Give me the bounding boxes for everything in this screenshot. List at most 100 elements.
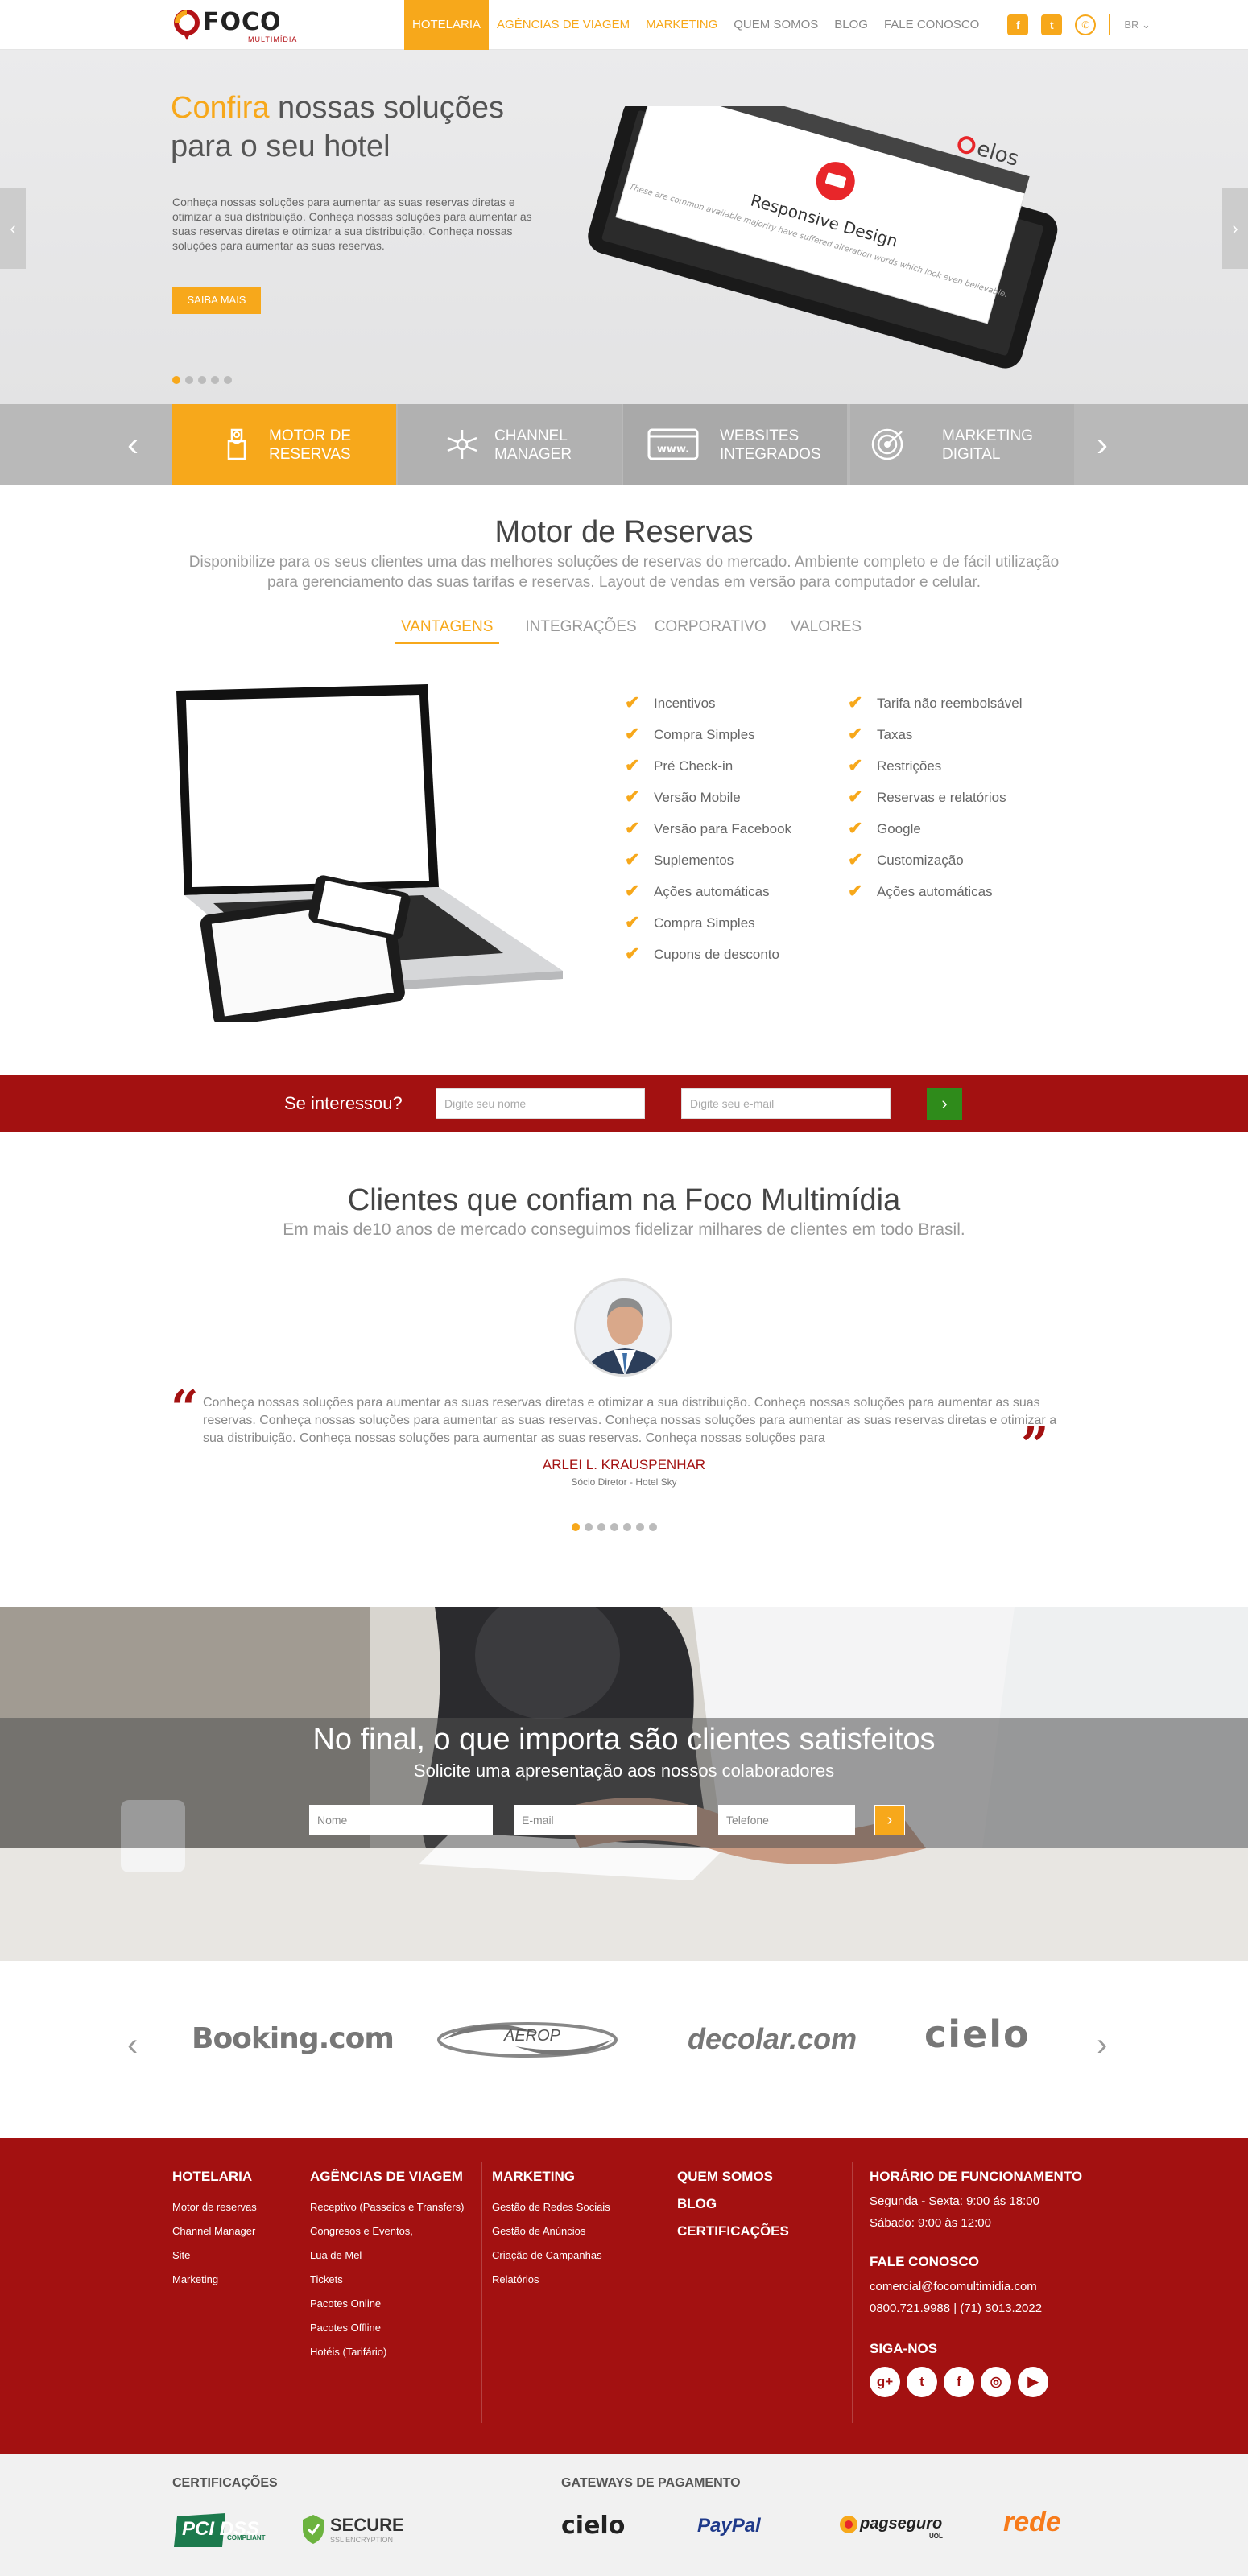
cta-email-input[interactable]: E-mail: [514, 1805, 697, 1835]
service-prev-arrow[interactable]: ‹: [127, 427, 138, 461]
feature-item: ✔ Tarifa não reembolsável: [848, 692, 1023, 727]
interest-email-input[interactable]: Digite seu e-mail: [681, 1088, 891, 1119]
feature-label: Versão Mobile: [654, 790, 741, 805]
interest-name-input[interactable]: Digite seu nome: [436, 1088, 645, 1119]
service-label: WEBSITES INTEGRADOS: [720, 427, 821, 463]
cta-name-input[interactable]: Nome: [309, 1805, 493, 1835]
cta-submit-button[interactable]: ›: [874, 1805, 905, 1835]
checkmark-icon: ✔: [625, 943, 640, 964]
youtube-icon[interactable]: ▶: [1018, 2367, 1048, 2397]
motor-tabs: VANTAGENS INTEGRAÇÕES CORPORATIVO VALORE…: [395, 618, 865, 644]
pagination-dot[interactable]: [185, 376, 193, 384]
pagination-dot[interactable]: [597, 1523, 605, 1531]
footer-link[interactable]: Receptivo (Passeios e Transfers): [310, 2201, 464, 2213]
foco-logo[interactable]: FOCO MULTIMÍDIA: [171, 6, 308, 45]
footer-link[interactable]: Channel Manager: [172, 2225, 257, 2237]
language-selector[interactable]: BR ⌄: [1124, 19, 1151, 31]
facebook-icon[interactable]: f: [944, 2367, 974, 2397]
service-next-arrow[interactable]: ›: [1097, 427, 1108, 461]
pagination-dot[interactable]: [649, 1523, 657, 1531]
footer-link[interactable]: Motor de reservas: [172, 2201, 257, 2213]
instagram-icon[interactable]: ◎: [981, 2367, 1011, 2397]
footer-link[interactable]: Marketing: [172, 2273, 257, 2285]
tab-valores[interactable]: VALORES: [791, 618, 862, 644]
pagination-dot[interactable]: [224, 376, 232, 384]
footer-heading: AGÊNCIAS DE VIAGEM: [310, 2169, 463, 2184]
nav-agencias[interactable]: AGÊNCIAS DE VIAGEM: [489, 0, 638, 50]
service-websites-integrados[interactable]: www. WEBSITES INTEGRADOS: [623, 404, 847, 485]
tablet-illustration: Responsive Design These are common avail…: [588, 106, 1058, 369]
footer-link[interactable]: Site: [172, 2249, 257, 2261]
footer-heading: HOTELARIA: [172, 2169, 253, 2184]
nav-hotelaria[interactable]: HOTELARIA: [404, 0, 490, 50]
saiba-mais-button[interactable]: SAIBA MAIS: [172, 287, 261, 314]
main-nav: HOTELARIA AGÊNCIAS DE VIAGEM MARKETING Q…: [404, 0, 1151, 50]
pagseguro-sub: UOL: [929, 2533, 943, 2540]
footer-link[interactable]: Criação de Campanhas: [492, 2249, 610, 2261]
footer-link[interactable]: Tickets: [310, 2273, 464, 2285]
footer-link[interactable]: Pacotes Offline: [310, 2322, 464, 2334]
footer-col-hotelaria: HOTELARIA Motor de reservas Channel Mana…: [172, 2169, 257, 2297]
feature-label: Suplementos: [654, 852, 734, 868]
pagination-dot[interactable]: [636, 1523, 644, 1531]
twitter-icon[interactable]: t: [907, 2367, 937, 2397]
service-marketing-digital[interactable]: MARKETING DIGITAL: [850, 404, 1074, 485]
footer-link[interactable]: Relatórios: [492, 2273, 610, 2285]
hero-title-line2: para o seu hotel: [171, 130, 391, 163]
footer-link[interactable]: Gestão de Redes Sociais: [492, 2201, 610, 2213]
twitter-icon[interactable]: t: [1041, 14, 1063, 35]
footer-link[interactable]: Gestão de Anúncios: [492, 2225, 610, 2237]
footer-email-link[interactable]: comercial@focomultimidia.com: [870, 2280, 1082, 2293]
checkmark-icon: ✔: [848, 786, 863, 807]
whatsapp-icon[interactable]: ✆: [1075, 14, 1097, 35]
hero-next-arrow[interactable]: ›: [1222, 188, 1248, 269]
cta-phone-input[interactable]: Telefone: [718, 1805, 855, 1835]
chevron-down-icon: ⌄: [1142, 19, 1151, 31]
footer-link-blog[interactable]: BLOG: [677, 2196, 789, 2212]
footer-link-certificacoes[interactable]: CERTIFICAÇÕES: [677, 2223, 789, 2240]
checkmark-icon: ✔: [625, 818, 640, 838]
pci-sub: COMPLIANT: [227, 2534, 266, 2541]
google-plus-icon[interactable]: g+: [870, 2367, 900, 2397]
interest-label: Se interessou?: [284, 1093, 403, 1113]
pagination-dot[interactable]: [172, 376, 180, 384]
pagination-dot[interactable]: [610, 1523, 618, 1531]
service-channel-manager[interactable]: CHANNEL MANAGER: [398, 404, 622, 485]
footer-heading-hours: HORÁRIO DE FUNCIONAMENTO: [870, 2169, 1083, 2184]
pagination-dot[interactable]: [211, 376, 219, 384]
nav-fale-conosco[interactable]: FALE CONOSCO: [876, 0, 987, 50]
testimonial-role: Sócio Diretor - Hotel Sky: [571, 1476, 677, 1488]
nav-quem-somos[interactable]: QUEM SOMOS: [725, 0, 826, 50]
feature-label: Compra Simples: [654, 915, 755, 931]
tab-corporativo[interactable]: CORPORATIVO: [655, 618, 767, 644]
partners-next-arrow[interactable]: ›: [1097, 2027, 1107, 2063]
pagination-dot[interactable]: [572, 1523, 580, 1531]
section-subtitle-clientes: Em mais de10 anos de mercado conseguimos…: [283, 1220, 965, 1239]
checkmark-icon: ✔: [625, 786, 640, 807]
nav-blog[interactable]: BLOG: [826, 0, 876, 50]
footer-link-quem-somos[interactable]: QUEM SOMOS: [677, 2169, 789, 2185]
feature-label: Tarifa não reembolsável: [877, 696, 1023, 711]
facebook-icon[interactable]: f: [1007, 14, 1029, 35]
tab-vantagens[interactable]: VANTAGENS: [395, 618, 500, 644]
pagination-dot[interactable]: [585, 1523, 593, 1531]
pagination-dot[interactable]: [623, 1523, 631, 1531]
service-motor-de-reservas[interactable]: MOTOR DE RESERVAS: [172, 404, 396, 485]
cta-subtitle: Solicite uma apresentação aos nossos col…: [413, 1761, 835, 1781]
pagseguro-text: pagseguro: [860, 2515, 943, 2533]
pagseguro-mark-icon: [840, 2516, 857, 2533]
footer-link[interactable]: Pacotes Online: [310, 2297, 464, 2310]
partner-decolar-logo: decolar.com: [688, 2022, 857, 2055]
tab-integracoes[interactable]: INTEGRAÇÕES: [525, 618, 636, 644]
logo-subtitle: MULTIMÍDIA: [248, 35, 298, 43]
footer-link[interactable]: Congresos e Eventos,: [310, 2225, 464, 2237]
interest-submit-button[interactable]: ›: [927, 1088, 962, 1120]
footer-col-contact: HORÁRIO DE FUNCIONAMENTO Segunda - Sexta…: [870, 2169, 1082, 2397]
partners-prev-arrow[interactable]: ‹: [127, 2027, 138, 2063]
footer-link[interactable]: Hotéis (Tarifário): [310, 2346, 464, 2358]
nav-marketing[interactable]: MARKETING: [638, 0, 725, 50]
footer-link[interactable]: Lua de Mel: [310, 2249, 464, 2261]
hero-prev-arrow[interactable]: ‹: [0, 188, 26, 269]
pagination-dot[interactable]: [198, 376, 206, 384]
partner-aerop-text: AEROP: [504, 2027, 561, 2045]
